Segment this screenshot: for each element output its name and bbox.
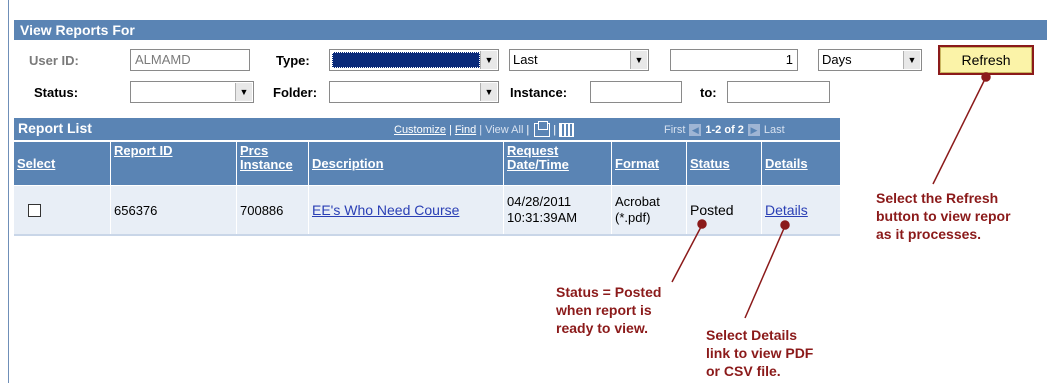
refresh-annotation: Select the Refresh button to view repor … [876,190,1011,242]
status-arrow-dot [697,219,707,229]
details-arrow-dot [780,220,790,230]
details-arrow-line [744,225,786,319]
status-annotation: Status = Posted when report is ready to … [556,284,662,336]
refresh-arrow-line [932,76,987,185]
details-annotation: Select Details link to view PDF or CSV f… [706,327,814,379]
status-arrow-line [671,224,703,283]
refresh-arrow-dot [981,72,991,82]
